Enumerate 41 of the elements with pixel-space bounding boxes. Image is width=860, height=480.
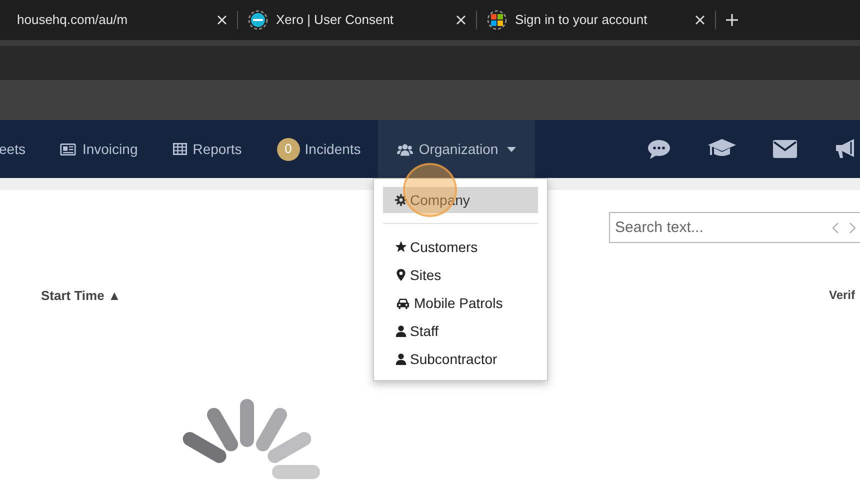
menu-item[interactable]: Staff [383,318,538,344]
menu-item[interactable]: Mobile Patrols [383,290,538,316]
menu-item[interactable]: Customers [383,234,538,260]
person-icon [395,325,407,337]
nav-item[interactable]: 0 Incidents [276,120,361,178]
menu-item[interactable]: Subcontractor [383,346,538,372]
tab-title: Xero | User Consent [276,11,395,30]
car-icon [395,297,411,309]
newspaper-icon [60,142,76,156]
star-icon [395,241,407,253]
new-tab-icon[interactable] [726,14,738,26]
tab-title: Sign in to your account [515,11,648,30]
close-icon[interactable] [695,15,705,25]
tab-logo-icon [248,10,268,30]
nav-item[interactable]: Organization [378,120,536,178]
map-pin-icon [395,269,407,281]
column-header[interactable]: Verif [829,286,856,304]
nav-item[interactable]: Invoicing [60,120,138,178]
nav-label: Organization [418,140,498,159]
column-header[interactable]: Start Time ▲ [41,286,121,306]
tab-logo-icon [487,10,507,30]
nav-label: Invoicing [82,140,138,159]
nav-label: Incidents [304,140,361,158]
nav-label: Reports [192,140,242,159]
nav-item[interactable]: Reports [172,120,242,178]
people-icon [396,142,413,156]
browser-tab[interactable]: Xero | User Consent [238,0,476,40]
chat-bubble-icon[interactable] [647,139,671,159]
caret-icon [507,146,516,152]
browser-tab[interactable]: Sign in to your account [477,0,715,40]
gear-icon [395,194,407,206]
close-icon[interactable] [217,15,227,25]
table-icon [172,143,187,155]
count-badge: 0 [276,138,300,160]
envelope-icon[interactable] [773,140,797,158]
browser-tab[interactable]: househq.com/au/m [0,0,237,40]
tab-title: househq.com/au/m [17,11,129,30]
close-icon[interactable] [456,15,466,25]
menu-item[interactable]: Sites [383,262,538,288]
person-icon [395,353,407,365]
graduation-cap-icon[interactable] [708,139,736,159]
